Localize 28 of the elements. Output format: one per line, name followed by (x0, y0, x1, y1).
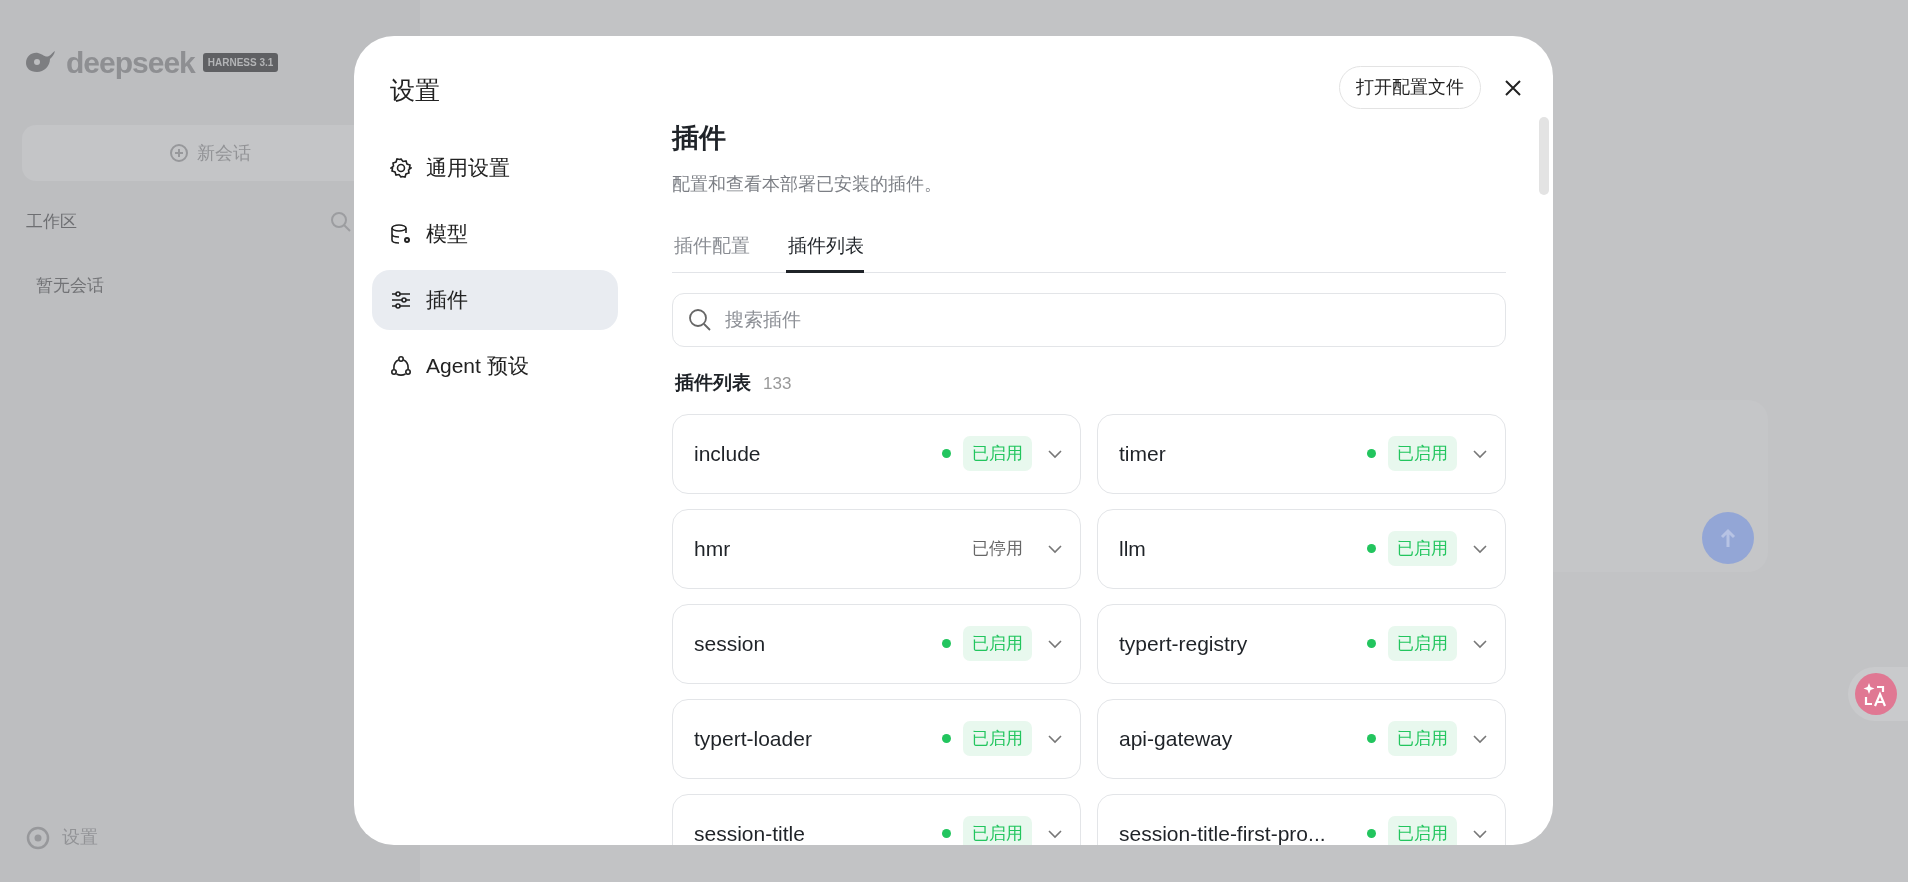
plugin-name: timer (1119, 440, 1167, 467)
section-heading: 插件 (672, 122, 727, 155)
plugin-name: llm (1119, 535, 1147, 562)
status-badge: 已启用 (1388, 435, 1457, 472)
status-badge: 已启用 (963, 815, 1032, 845)
empty-sessions-text: 暂无会话 (36, 274, 105, 297)
plugin-name: session-title (694, 820, 806, 845)
status-badge: 已启用 (1388, 530, 1457, 567)
plugin-name: session-title-first-pro... (1119, 820, 1327, 845)
plugin-count: 133 (763, 373, 792, 395)
list-title: 插件列表 (675, 371, 751, 395)
status-badge: 已启用 (1388, 625, 1457, 662)
section-description: 配置和查看本部署已安装的插件。 (672, 172, 943, 196)
status-badge: 已启用 (963, 625, 1032, 662)
plugin-name: typert-loader (694, 725, 813, 752)
version-tag: HARNESS 3.1 (202, 53, 279, 72)
status-badge: 已启用 (1388, 815, 1457, 845)
plugin-name: typert-registry (1119, 630, 1249, 657)
plugin-name: include (694, 440, 762, 467)
status-badge: 已启用 (963, 435, 1032, 472)
status-badge: 已启用 (963, 720, 1032, 757)
plugin-name: session (694, 630, 767, 657)
workspace-label: 工作区 (26, 211, 78, 233)
status-badge: 已启用 (1388, 720, 1457, 757)
status-label: 已停用 (971, 537, 1024, 560)
plugin-name: api-gateway (1119, 725, 1234, 752)
plugin-name: hmr (694, 535, 732, 562)
dialog-title: 设置 (389, 75, 441, 106)
